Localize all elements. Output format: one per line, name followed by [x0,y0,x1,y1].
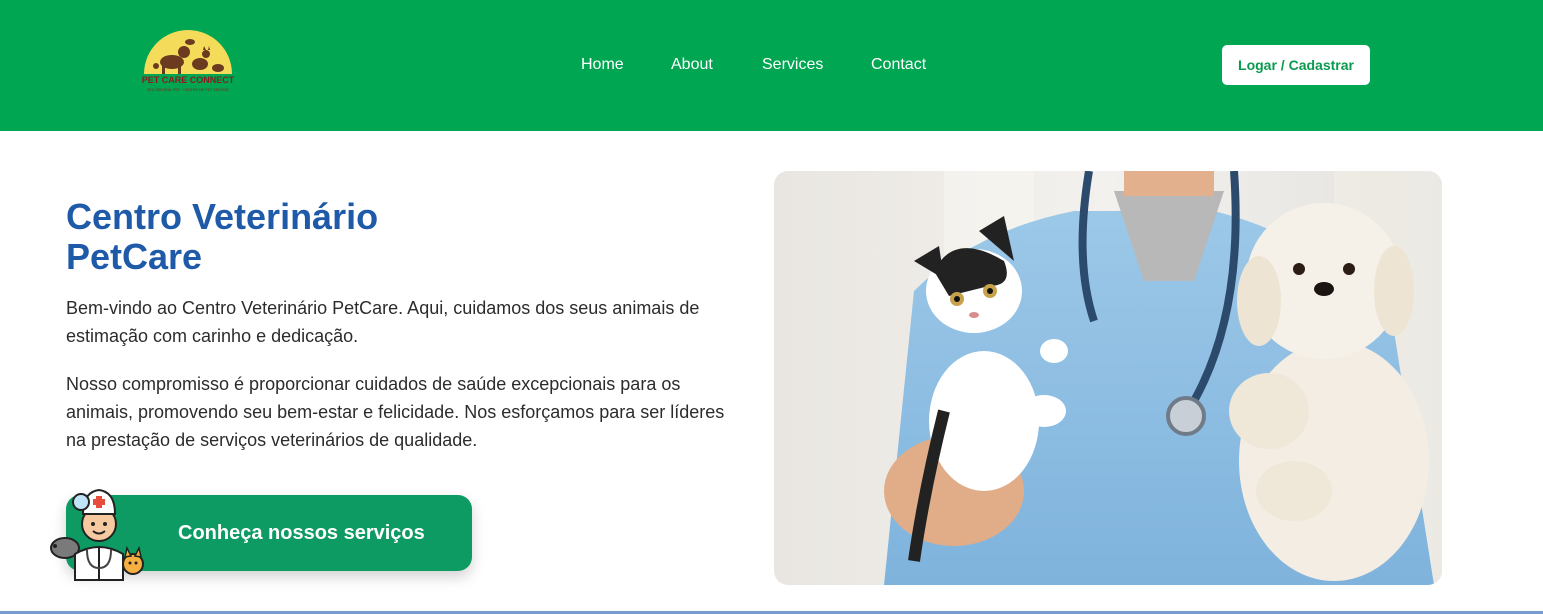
page-title-line2: PetCare [66,236,203,277]
services-cta-label: Conheça nossos serviços [178,522,425,544]
nav-contact-link[interactable]: Contact [871,55,926,75]
nav-home-link[interactable]: Home [581,55,624,75]
veterinarian-holding-cat-and-dog-photo [774,171,1442,585]
intro-paragraph: Bem-vindo ao Centro Veterinário PetCare.… [66,298,700,346]
page-title: Centro Veterinário PetCare [66,197,546,277]
logo-tagline: SEU CENTRAL PET - CENTRO DE PET SERVICE [147,88,230,92]
veterinarian-doctor-icon [50,488,144,581]
commitment-paragraph: Nosso compromisso é proporcionar cuidado… [66,374,725,450]
site-header: PET CARE CONNECT SEU CENTRAL PET - CENTR… [0,0,1543,131]
nav-about-link[interactable]: About [671,55,713,75]
nav-services-link[interactable]: Services [762,55,823,75]
logo-brand-text: PET CARE CONNECT [142,75,235,85]
login-register-button[interactable]: Logar / Cadastrar [1222,45,1370,85]
page-title-line1: Centro Veterinário [66,196,379,237]
hero-image [774,171,1442,585]
